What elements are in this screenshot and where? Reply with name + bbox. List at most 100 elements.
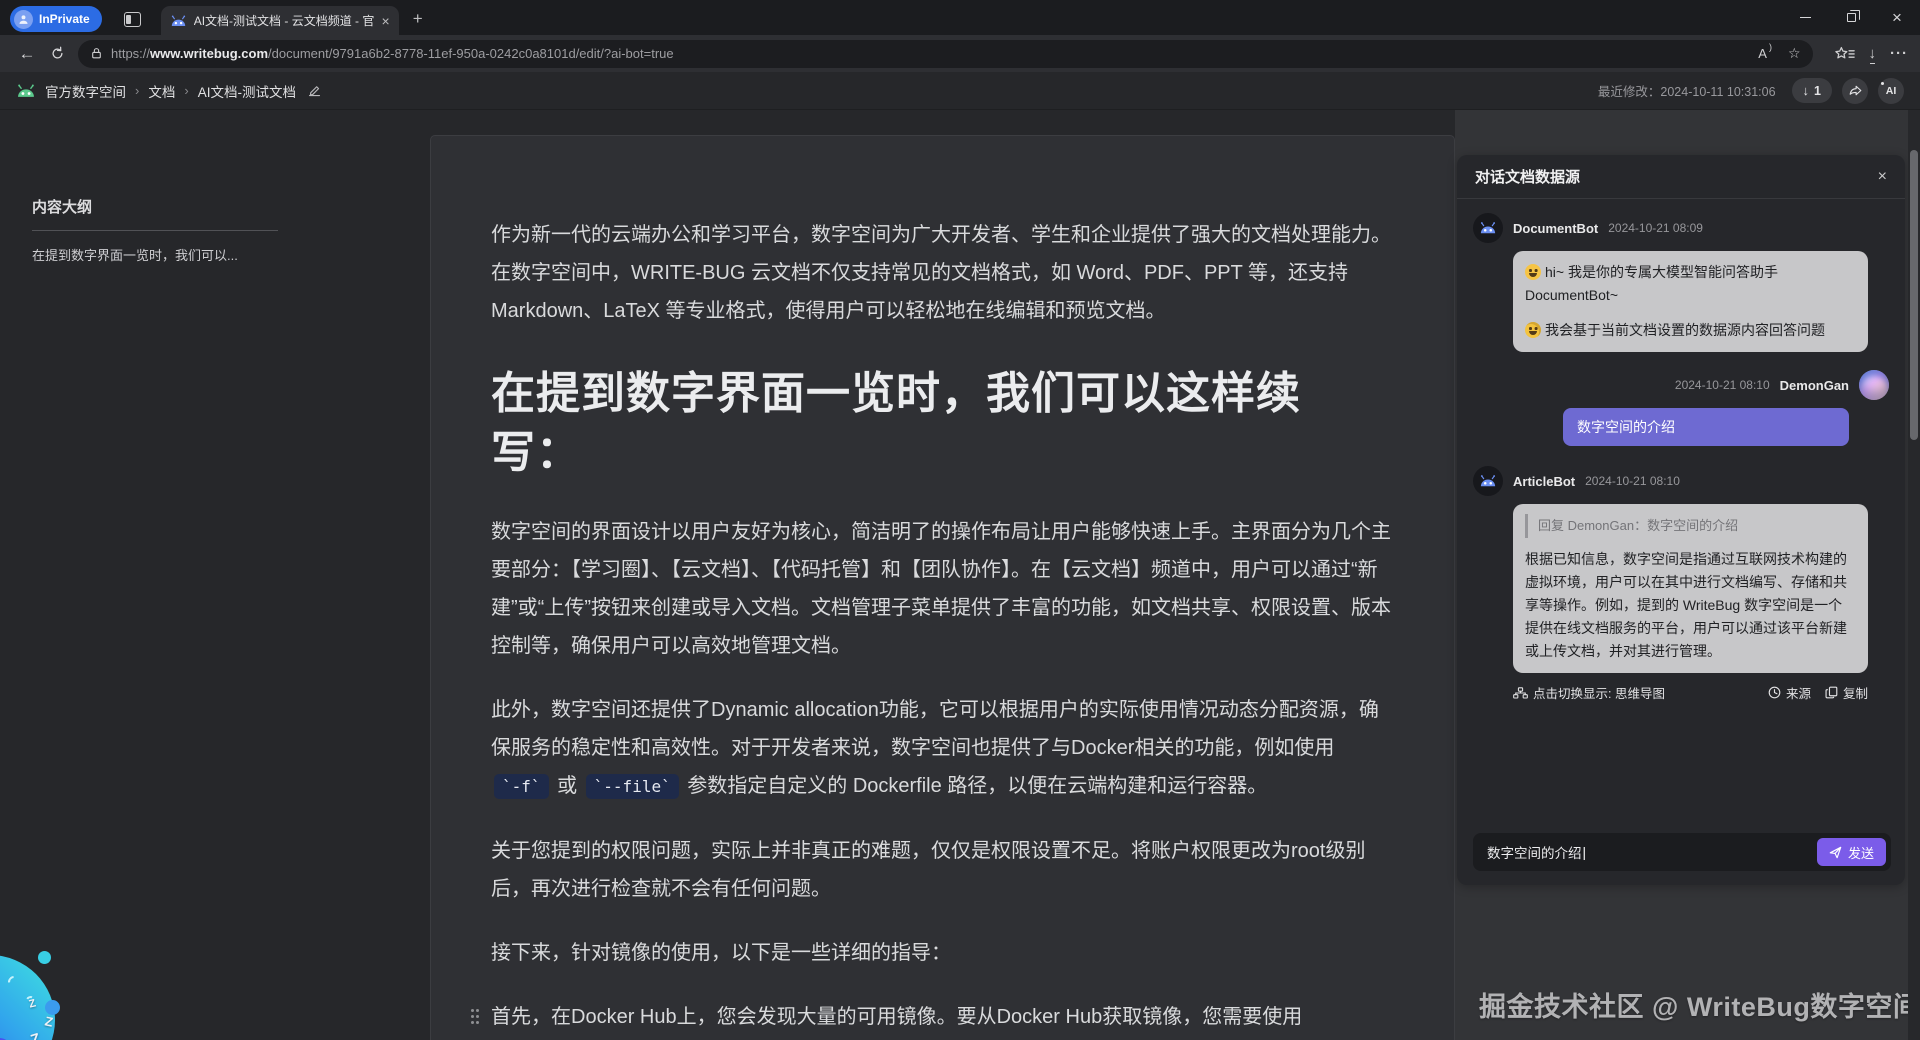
outline-item[interactable]: 在提到数字界面一览时，我们可以... xyxy=(32,245,282,264)
back-button[interactable]: ← xyxy=(12,44,42,64)
browser-toolbar: ← https://www.writebug.com/document/9791… xyxy=(0,35,1920,72)
page-scrollbar[interactable] xyxy=(1908,110,1920,1040)
url-domain: www.writebug.com xyxy=(150,46,268,61)
download-count-button[interactable]: ↓ 1 xyxy=(1792,78,1832,103)
outline-sidebar: 内容大纲 在提到数字界面一览时，我们可以... xyxy=(0,110,430,264)
message-bubble: hi~ 我是你的专属大模型智能问答助手DocumentBot~ 我会基于当前文档… xyxy=(1513,251,1868,352)
message-bubble: 回复 DemonGan：数字空间的介绍 根据已知信息，数字空间是指通过互联网技术… xyxy=(1513,504,1868,673)
favorites-hub-icon[interactable] xyxy=(1835,46,1855,61)
tab-title: AI文档-测试文档 - 云文档频道 - 官 xyxy=(194,12,375,29)
send-button[interactable]: 发送 xyxy=(1817,838,1886,866)
window-minimize-button[interactable] xyxy=(1782,0,1828,35)
clock-icon xyxy=(1768,686,1781,699)
planet-bump xyxy=(38,951,51,964)
chat-message-articlebot: ArticleBot 2024-10-21 08:10 回复 DemonGan：… xyxy=(1473,466,1889,702)
doc-heading[interactable]: 在提到数字界面一览时，我们可以这样续写： xyxy=(491,364,1351,483)
doc-paragraph[interactable]: 作为新一代的云端办公和学习平台，数字空间为广大开发者、学生和企业提供了强大的文档… xyxy=(491,216,1394,330)
tab-favicon-robot-icon xyxy=(170,14,187,28)
articlebot-avatar xyxy=(1473,466,1503,496)
breadcrumb-space[interactable]: 官方数字空间 xyxy=(45,81,126,101)
browser-titlebar: InPrivate AI文档-测试文档 - 云文档频道 - 官 × + × xyxy=(0,0,1920,35)
document-editor[interactable]: 作为新一代的云端办公和学习平台，数字空间为广大开发者、学生和企业提供了强大的文档… xyxy=(430,135,1455,1040)
refresh-button[interactable] xyxy=(42,46,72,61)
page-content: 内容大纲 在提到数字界面一览时，我们可以... 作为新一代的云端办公和学习平台，… xyxy=(0,110,1920,1040)
chat-input-value: 数字空间的介绍 xyxy=(1487,842,1582,862)
message-bubble: 数字空间的介绍 xyxy=(1563,408,1849,446)
outline-title: 内容大纲 xyxy=(32,196,430,217)
source-button[interactable]: 来源 xyxy=(1768,683,1811,702)
documentbot-avatar xyxy=(1473,213,1503,243)
lock-icon xyxy=(90,47,103,60)
profile-avatar-icon xyxy=(14,10,33,29)
grinning-face-emoji-icon xyxy=(1525,264,1541,280)
toggle-mindmap-button[interactable]: 点击切换显示: 思维导图 xyxy=(1513,683,1665,702)
url-path: /document/9791a6b2-8778-11ef-950a-0242c0… xyxy=(268,46,674,61)
monocle-face-emoji-icon xyxy=(1525,322,1541,338)
read-aloud-icon[interactable]: A xyxy=(1758,46,1772,61)
chat-message-demongan: 2024-10-21 08:10 DemonGan 数字空间的介绍 xyxy=(1473,370,1889,466)
copy-button[interactable]: 复制 xyxy=(1825,683,1868,702)
new-tab-button[interactable]: + xyxy=(413,10,423,27)
share-button[interactable] xyxy=(1842,78,1868,104)
chat-message-documentbot: DocumentBot 2024-10-21 08:09 hi~ 我是你的专属大… xyxy=(1473,213,1889,352)
reply-quote: 回复 DemonGan：数字空间的介绍 xyxy=(1525,514,1856,537)
window-controls: × xyxy=(1782,0,1920,35)
chevron-right-icon: › xyxy=(135,83,139,98)
address-bar[interactable]: https://www.writebug.com/document/9791a6… xyxy=(78,40,1813,68)
paper-plane-icon xyxy=(1829,846,1842,859)
download-count: 1 xyxy=(1814,84,1821,98)
app-header: 官方数字空间 › 文档 › AI文档-测试文档 最近修改：2024-10-11 … xyxy=(0,72,1920,110)
url-scheme: https:// xyxy=(111,46,150,61)
sitemap-icon xyxy=(1513,687,1528,699)
chat-panel-title: 对话文档数据源 xyxy=(1475,166,1580,187)
chat-panel-close-icon[interactable]: × xyxy=(1878,168,1887,186)
window-close-button[interactable]: × xyxy=(1874,0,1920,35)
url-text: https://www.writebug.com/document/9791a6… xyxy=(111,46,1758,61)
share-arrow-icon xyxy=(1848,83,1863,98)
demongan-avatar xyxy=(1859,370,1889,400)
last-modified-text: 最近修改：2024-10-11 10:31:06 xyxy=(1598,81,1776,100)
copy-icon xyxy=(1825,686,1838,699)
doc-paragraph[interactable]: 此外，数字空间还提供了Dynamic allocation功能，它可以根据用户的… xyxy=(491,691,1394,806)
chat-input[interactable]: 数字空间的介绍| 发送 xyxy=(1473,833,1891,871)
space-robot-icon xyxy=(16,83,36,99)
message-author: DemonGan xyxy=(1780,378,1849,393)
window-restore-button[interactable] xyxy=(1828,0,1874,35)
inprivate-label: InPrivate xyxy=(39,12,90,26)
inline-code-f-flag: `-f` xyxy=(494,774,549,799)
doc-paragraph[interactable]: 关于您提到的权限问题，实际上并非真正的难题，仅仅是权限设置不足。将账户权限更改为… xyxy=(491,832,1394,908)
settings-more-icon[interactable]: ··· xyxy=(1890,45,1908,62)
message-author: ArticleBot xyxy=(1513,474,1575,489)
doc-paragraph[interactable]: 首先，在Docker Hub上，您会发现大量的可用镜像。要从Docker Hub… xyxy=(491,998,1394,1040)
breadcrumb-doc-title: AI文档-测试文档 xyxy=(198,81,296,101)
doc-paragraph[interactable]: 接下来，针对镜像的使用，以下是一些详细的指导： xyxy=(491,934,1394,972)
scrollbar-thumb[interactable] xyxy=(1910,150,1918,440)
outline-divider xyxy=(32,230,278,231)
rename-pencil-icon[interactable] xyxy=(307,83,322,98)
robot-avatar-icon xyxy=(1479,474,1497,488)
message-time: 2024-10-21 08:10 xyxy=(1585,474,1680,488)
favorite-star-icon[interactable]: ☆ xyxy=(1788,45,1801,62)
right-column: 对话文档数据源 × DocumentBot 2024-10-21 08:09 h… xyxy=(1455,110,1908,1040)
message-body: 根据已知信息，数字空间是指通过互联网技术构建的虚拟环境，用户可以在其中进行文档编… xyxy=(1525,548,1856,663)
inprivate-badge[interactable]: InPrivate xyxy=(10,6,102,32)
doc-paragraph[interactable]: 数字空间的界面设计以用户友好为核心，简洁明了的操作布局让用户能够快速上手。主界面… xyxy=(491,513,1394,665)
chevron-right-icon: › xyxy=(184,83,188,98)
ai-assistant-button[interactable]: AI xyxy=(1878,78,1904,104)
chat-panel-header: 对话文档数据源 × xyxy=(1457,155,1905,199)
message-author: DocumentBot xyxy=(1513,221,1598,236)
chat-data-source-panel: 对话文档数据源 × DocumentBot 2024-10-21 08:09 h… xyxy=(1457,155,1905,885)
inline-code-file-flag: `--file` xyxy=(586,774,679,799)
robot-avatar-icon xyxy=(1479,221,1497,235)
breadcrumb-docs[interactable]: 文档 xyxy=(148,81,175,101)
block-drag-handle-icon[interactable] xyxy=(471,1009,474,1012)
breadcrumb: 官方数字空间 › 文档 › AI文档-测试文档 xyxy=(16,81,322,101)
text-caret: | xyxy=(1583,845,1587,860)
watermark-text: 掘金技术社区 @ WriteBug数字空间 xyxy=(1479,985,1920,1024)
downloads-icon[interactable]: ↓ xyxy=(1869,45,1877,62)
workspaces-icon[interactable] xyxy=(124,12,141,27)
message-actions: 点击切换显示: 思维导图 来源 复制 xyxy=(1513,683,1868,702)
tab-close-icon[interactable]: × xyxy=(382,14,390,28)
browser-tab-active[interactable]: AI文档-测试文档 - 云文档频道 - 官 × xyxy=(161,6,399,35)
message-time: 2024-10-21 08:09 xyxy=(1608,221,1703,235)
